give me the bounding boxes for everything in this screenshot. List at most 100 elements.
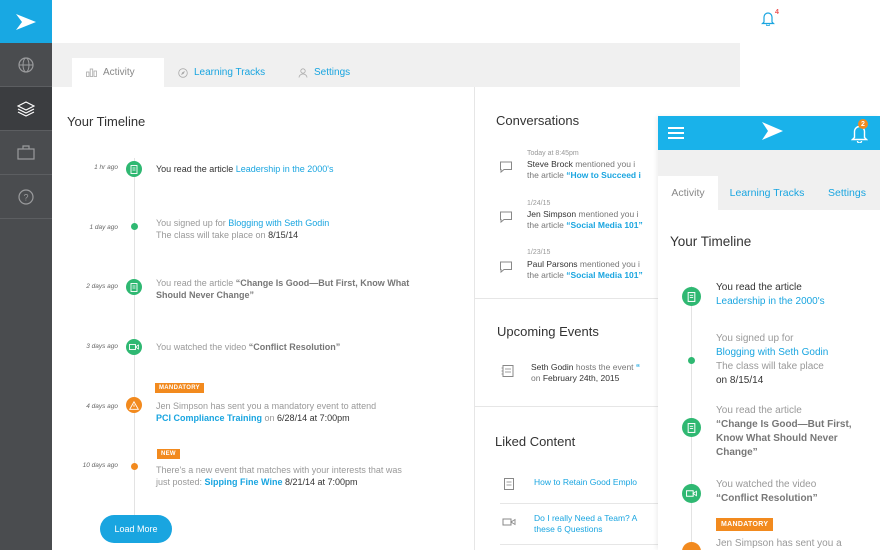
- timeline-item-text: You watched the video: [156, 342, 249, 352]
- layers-icon: [17, 100, 35, 117]
- class-link[interactable]: Blogging with Seth Godin: [716, 347, 828, 358]
- conversation-link[interactable]: “Social Media 101”: [566, 220, 643, 230]
- article-icon: [504, 478, 514, 490]
- event-link[interactable]: Sipping Fine Wine: [205, 477, 283, 487]
- conversation-author: Jen Simpson: [527, 209, 577, 219]
- event-host: Seth Godin: [531, 362, 574, 372]
- video-icon: [682, 484, 701, 503]
- event-item[interactable]: Seth Godin hosts the event “ on February…: [531, 362, 661, 384]
- briefcase-icon: [17, 145, 35, 160]
- timeline-time: 10 days ago: [82, 462, 118, 469]
- timeline-item-date: 6/28/14 at 7:00pm: [277, 413, 350, 423]
- timeline-item: You read the article “Change Is Good—But…: [156, 277, 426, 301]
- article-link[interactable]: Leadership in the 2000's: [716, 296, 825, 307]
- tab-bar: Activity Learning Tracks Settings: [72, 58, 364, 87]
- conversation-verb: mentioned you i: [572, 159, 636, 169]
- tab-activity[interactable]: Activity: [72, 58, 164, 87]
- timeline-dot: [131, 223, 138, 230]
- timeline-dot: [131, 463, 138, 470]
- conversation-detail: the article: [527, 270, 567, 280]
- mobile-tab-settings[interactable]: Settings: [816, 176, 878, 210]
- timeline-item-text: Jen Simpson has sent you a mandatory eve…: [156, 401, 377, 411]
- tab-settings[interactable]: Settings: [284, 58, 364, 87]
- timeline-item-date: 8/15/14: [268, 230, 299, 240]
- svg-text:?: ?: [23, 192, 28, 202]
- timeline-time: 1 hr ago: [94, 164, 118, 171]
- list-divider: [500, 503, 658, 504]
- chat-icon: [500, 211, 512, 224]
- conversation-link[interactable]: “How to Succeed i: [566, 170, 641, 180]
- liked-item-link[interactable]: Do I really Need a Team? A these 6 Quest…: [534, 513, 656, 535]
- mobile-item-text: You signed up for: [716, 333, 794, 344]
- upcoming-events-title: Upcoming Events: [497, 324, 599, 339]
- article-icon: [126, 279, 142, 295]
- notification-count: 4: [775, 9, 779, 16]
- brand-logo[interactable]: [0, 0, 52, 43]
- mobile-item-text: You read the article: [716, 405, 802, 416]
- mobile-timeline-item: You watched the video “Conflict Resoluti…: [716, 478, 876, 506]
- logo-arrow-icon: [16, 13, 36, 30]
- hamburger-menu-icon[interactable]: [668, 127, 684, 139]
- conversation-author: Paul Parsons: [527, 259, 578, 269]
- timeline-item-text: You signed up for: [156, 218, 229, 228]
- timeline-time: 2 days ago: [86, 283, 118, 290]
- timeline-item: You read the article Leadership in the 2…: [156, 163, 426, 175]
- conversation-item[interactable]: Paul Parsons mentioned you i the article…: [527, 259, 657, 281]
- mandatory-tag: MANDATORY: [155, 383, 204, 393]
- video-icon: [126, 339, 142, 355]
- mobile-timeline-title: Your Timeline: [670, 234, 752, 249]
- globe-icon: [18, 56, 34, 73]
- timeline-item: You watched the video “Conflict Resoluti…: [156, 341, 426, 353]
- conversation-verb: mentioned you i: [577, 259, 640, 269]
- event-link[interactable]: PCI Compliance Training: [156, 413, 262, 423]
- mobile-timeline-item: Jen Simpson has sent you a: [716, 537, 876, 550]
- nav-briefcase[interactable]: [0, 131, 52, 175]
- conversation-time: 1/23/15: [527, 249, 551, 256]
- mobile-timeline-item: You read the article Leadership in the 2…: [716, 281, 876, 309]
- mobile-tab-activity[interactable]: Activity: [658, 176, 718, 210]
- timeline-item-date: 8/21/14 at 7:00pm: [282, 477, 358, 487]
- article-link[interactable]: Leadership in the 2000's: [236, 164, 334, 174]
- nav-help[interactable]: ?: [0, 175, 52, 219]
- conversation-verb: mentioned you i: [576, 209, 639, 219]
- mobile-notification-count: 2: [858, 119, 868, 129]
- warning-icon: [126, 397, 142, 413]
- tab-learning-tracks[interactable]: Learning Tracks: [164, 58, 284, 87]
- load-more-button[interactable]: Load More: [100, 515, 172, 543]
- event-detail: on: [531, 373, 543, 383]
- conversation-item[interactable]: Jen Simpson mentioned you i the article …: [527, 209, 657, 231]
- timeline-item: There's a new event that matches with yo…: [156, 464, 411, 488]
- tab-learning-tracks-label: Learning Tracks: [194, 67, 266, 78]
- video-title: “Conflict Resolution”: [248, 342, 341, 352]
- tab-activity-label: Activity: [103, 67, 135, 78]
- article-icon: [682, 287, 701, 306]
- liked-item-line: these 6 Questions: [534, 524, 603, 534]
- class-link[interactable]: Blogging with Seth Godin: [228, 218, 329, 228]
- mandatory-tag: MANDATORY: [716, 518, 774, 531]
- timeline-item: You signed up for Blogging with Seth God…: [156, 217, 426, 241]
- conversation-author: Steve Brock: [527, 159, 573, 169]
- list-divider: [500, 544, 658, 545]
- mobile-tab-learning-tracks[interactable]: Learning Tracks: [718, 176, 816, 210]
- timeline-time: 4 days ago: [86, 403, 118, 410]
- new-tag: NEW: [157, 449, 180, 459]
- liked-item-link[interactable]: How to Retain Good Emplo: [534, 477, 656, 488]
- help-icon: ?: [18, 188, 34, 205]
- section-divider: [475, 298, 658, 299]
- notifications-button[interactable]: 4: [761, 9, 783, 31]
- nav-layers[interactable]: [0, 87, 52, 131]
- conversation-item[interactable]: Steve Brock mentioned you i the article …: [527, 159, 657, 181]
- timeline-time: 3 days ago: [86, 343, 118, 350]
- conversation-link[interactable]: “Social Media 101”: [566, 270, 643, 280]
- timeline-time: 1 day ago: [89, 224, 118, 231]
- bell-icon: [761, 12, 775, 27]
- mobile-item-text: Jen Simpson has sent you a: [716, 538, 842, 549]
- event-verb: hosts the event: [573, 362, 636, 372]
- video-icon: [502, 518, 516, 526]
- article-title: “Change Is Good—But First, Know What Sho…: [716, 419, 852, 458]
- logo-arrow-icon: [762, 122, 783, 140]
- event-link[interactable]: “: [636, 362, 640, 372]
- nav-globe[interactable]: [0, 43, 52, 87]
- timeline-item-connector: on: [262, 413, 278, 423]
- mobile-timeline-item: You read the article “Change Is Good—But…: [716, 404, 872, 460]
